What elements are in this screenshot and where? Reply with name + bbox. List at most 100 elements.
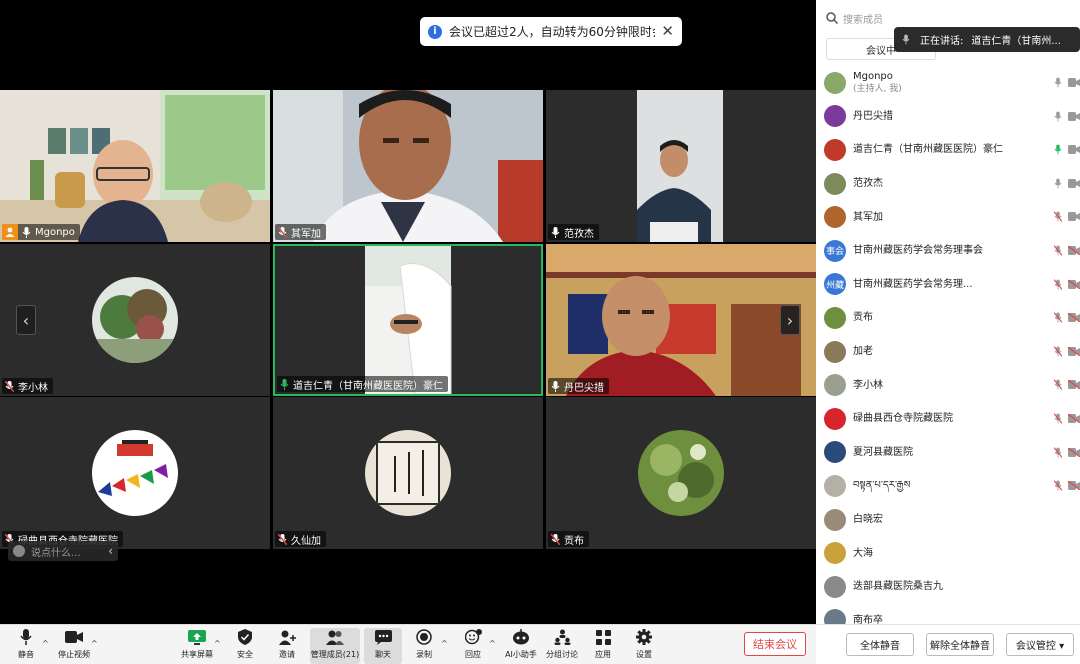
video-tile-jiuxianjia[interactable]: 久仙加 — [273, 397, 543, 549]
video-frame-portrait — [546, 244, 816, 396]
member-row[interactable]: 丹巴尖措 — [816, 100, 1080, 134]
mic-icon[interactable] — [1054, 178, 1062, 189]
member-row[interactable]: 碌曲县西仓寺院藏医院 — [816, 402, 1080, 436]
video-tile-danbajiancuo[interactable]: 丹巴尖措 — [546, 244, 816, 396]
camera-off-icon[interactable] — [1068, 313, 1080, 323]
video-tile-qijunjia[interactable]: 其军加 — [273, 90, 543, 242]
chevron-left-icon[interactable]: ‹ — [108, 544, 113, 558]
camera-icon[interactable] — [1068, 78, 1080, 87]
member-row[interactable]: 范孜杰 — [816, 167, 1080, 201]
emoji-icon[interactable] — [13, 545, 25, 557]
record-button[interactable]: 录制 — [405, 628, 443, 664]
camera-off-icon[interactable] — [1068, 481, 1080, 491]
member-name-text: 大海 — [853, 547, 873, 559]
camera-off-icon[interactable] — [1068, 447, 1080, 457]
member-row[interactable]: 夏河县藏医院 — [816, 436, 1080, 470]
mic-muted-icon[interactable] — [1054, 211, 1062, 223]
member-name: 贡布 — [853, 311, 873, 324]
apps-button[interactable]: 应用 — [584, 628, 622, 664]
meeting-controls-button[interactable]: 会议管控 ▾ — [1006, 633, 1074, 656]
member-name: 甘南州藏医药学会常务理事会 — [853, 244, 983, 257]
mute-button[interactable]: 静音 — [7, 628, 45, 664]
video-tile-mgonpo[interactable]: Mgonpo — [0, 90, 270, 242]
breakout-rooms-button[interactable]: 分组讨论 — [543, 628, 581, 664]
security-button[interactable]: 安全 — [226, 628, 264, 664]
camera-off-icon[interactable] — [1068, 346, 1080, 356]
meeting-toolbar: 静音 ^ 停止视频 ^ 共享屏幕 ^ 安全 邀请 管理成员(21) 聊天 录制 … — [0, 624, 816, 664]
member-name-text: 贡布 — [853, 312, 873, 324]
mic-icon[interactable] — [1054, 111, 1062, 122]
chevron-up-icon[interactable]: ^ — [214, 639, 221, 648]
ai-assistant-button[interactable]: AI小助手 — [502, 628, 540, 664]
camera-icon[interactable] — [1068, 145, 1080, 155]
prev-page-arrow[interactable]: ‹ — [16, 305, 36, 335]
camera-icon[interactable] — [1068, 178, 1080, 188]
mic-icon[interactable] — [1054, 77, 1062, 88]
video-tile-fanzijie[interactable]: 范孜杰 — [546, 90, 816, 242]
avatar: 事会 — [824, 239, 846, 262]
member-row[interactable]: 李小林 — [816, 368, 1080, 402]
mic-muted-icon — [5, 380, 14, 392]
member-name: 范孜杰 — [853, 177, 883, 190]
video-frame-portrait — [273, 90, 543, 242]
mic-muted-icon[interactable] — [1054, 245, 1062, 256]
member-row[interactable]: 其军加 — [816, 200, 1080, 234]
mic-muted-icon[interactable] — [1054, 413, 1062, 424]
camera-off-icon[interactable] — [1068, 279, 1080, 289]
avatar — [824, 474, 846, 497]
camera-off-icon[interactable] — [1068, 380, 1080, 390]
member-row[interactable]: 大海 — [816, 536, 1080, 570]
search-placeholder: 搜索成员 — [843, 14, 883, 26]
member-name-text: 道吉仁青（甘南州藏医医院）豪仁 — [853, 144, 1003, 156]
member-row[interactable]: 迭部县藏医院桑吉九 — [816, 570, 1080, 604]
reactions-button[interactable]: 回应 — [454, 628, 492, 664]
mic-muted-icon[interactable] — [1054, 446, 1062, 458]
member-row[interactable]: 道吉仁青（甘南州藏医医院）豪仁 — [816, 133, 1080, 167]
mic-muted-icon[interactable] — [1054, 379, 1062, 391]
camera-off-icon[interactable] — [1068, 413, 1080, 423]
quick-chat-bar[interactable]: 说点什么... ‹ — [8, 541, 118, 561]
member-row[interactable]: 州藏 甘南州藏医药学会常务理... — [816, 268, 1080, 302]
mic-icon[interactable] — [1054, 144, 1062, 155]
avatar — [824, 71, 846, 94]
video-tile-luqu-hospital[interactable]: 碌曲县西仓寺院藏医院 — [0, 397, 270, 549]
tile-name: 久仙加 — [291, 535, 321, 547]
member-name-text: 甘南州藏医药学会常务理事会 — [853, 245, 983, 257]
mute-all-button[interactable]: 全体静音 — [846, 633, 914, 656]
end-meeting-button[interactable]: 结束会议 — [744, 632, 806, 656]
mic-muted-icon[interactable] — [1054, 312, 1062, 323]
share-screen-button[interactable]: 共享屏幕 — [178, 628, 216, 664]
mic-muted-icon[interactable] — [1054, 278, 1062, 290]
mic-muted-icon[interactable] — [1054, 345, 1062, 357]
member-row[interactable]: 贡布 — [816, 301, 1080, 335]
video-tile-gongbu[interactable]: 贡布 — [546, 397, 816, 549]
next-page-arrow[interactable]: › — [780, 305, 800, 335]
chevron-up-icon[interactable]: ^ — [91, 639, 98, 648]
mic-muted-icon[interactable] — [1054, 480, 1062, 491]
manage-members-button[interactable]: 管理成员(21) — [310, 628, 360, 664]
invite-button[interactable]: 邀请 — [268, 628, 306, 664]
member-row[interactable]: 白晓宏 — [816, 503, 1080, 537]
chat-button[interactable]: 聊天 — [364, 628, 402, 664]
chevron-up-icon[interactable]: ^ — [441, 639, 448, 648]
camera-off-icon[interactable] — [1068, 245, 1080, 255]
chevron-up-icon[interactable]: ^ — [489, 639, 496, 648]
avatar — [824, 105, 846, 128]
member-row[interactable]: 加老 — [816, 335, 1080, 369]
member-row[interactable]: བསྟན་པ་དར་རྒྱས — [816, 469, 1080, 503]
camera-icon[interactable] — [1068, 212, 1080, 222]
settings-button[interactable]: 设置 — [625, 628, 663, 664]
camera-icon[interactable] — [1068, 111, 1080, 121]
speaking-indicator: 正在讲话: 道吉仁青（甘南州... — [894, 27, 1080, 52]
video-tile-daojirenqing[interactable]: 道吉仁青（甘南州藏医医院）豪仁 — [273, 244, 543, 396]
member-row[interactable]: 南布卒 — [816, 604, 1080, 624]
chevron-up-icon[interactable]: ^ — [42, 639, 49, 648]
video-tile-lixiaolin[interactable]: 李小林 — [0, 244, 270, 396]
member-row[interactable]: 事会 甘南州藏医药学会常务理事会 — [816, 234, 1080, 268]
member-row[interactable]: Mgonpo (主持人, 我) — [816, 66, 1080, 100]
tile-name: 丹巴尖措 — [564, 382, 604, 394]
stop-video-button[interactable]: 停止视频 — [55, 628, 93, 664]
tile-name: 贡布 — [564, 535, 584, 547]
unmute-all-button[interactable]: 解除全体静音 — [926, 633, 994, 656]
close-icon[interactable]: ✕ — [661, 24, 674, 39]
